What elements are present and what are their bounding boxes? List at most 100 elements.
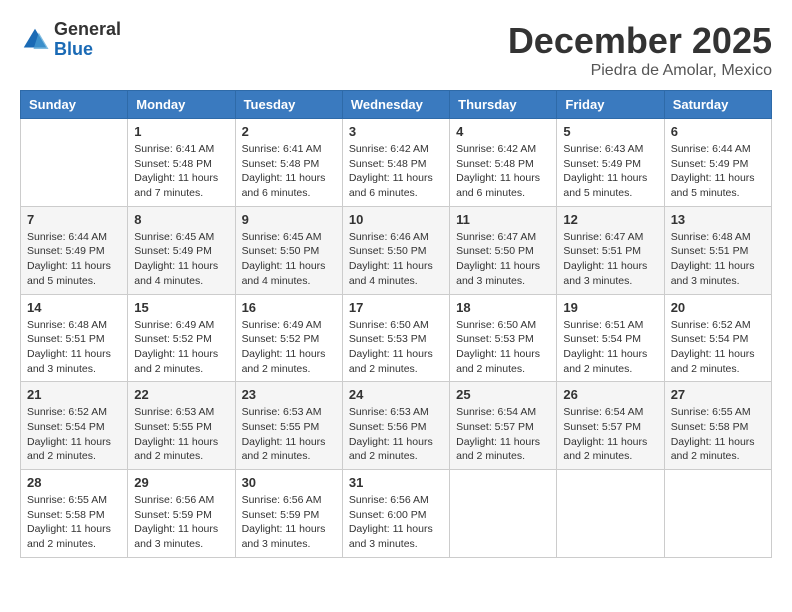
day-info: Sunrise: 6:50 AMSunset: 5:53 PMDaylight:… [349, 318, 443, 377]
day-of-week-header: Friday [557, 91, 664, 119]
day-info: Sunrise: 6:56 AMSunset: 5:59 PMDaylight:… [242, 493, 336, 552]
calendar-week-row: 1 Sunrise: 6:41 AMSunset: 5:48 PMDaylight… [21, 119, 772, 207]
day-number: 4 [456, 124, 550, 139]
day-info: Sunrise: 6:56 AMSunset: 5:59 PMDaylight:… [134, 493, 228, 552]
calendar-day-cell [450, 470, 557, 558]
calendar-day-cell: 21 Sunrise: 6:52 AMSunset: 5:54 PMDayligh… [21, 382, 128, 470]
day-number: 8 [134, 212, 228, 227]
day-info: Sunrise: 6:48 AMSunset: 5:51 PMDaylight:… [27, 318, 121, 377]
logo-blue-text: Blue [54, 40, 121, 60]
calendar-day-cell: 2 Sunrise: 6:41 AMSunset: 5:48 PMDaylight… [235, 119, 342, 207]
day-number: 21 [27, 387, 121, 402]
day-info: Sunrise: 6:45 AMSunset: 5:49 PMDaylight:… [134, 230, 228, 289]
day-info: Sunrise: 6:44 AMSunset: 5:49 PMDaylight:… [671, 142, 765, 201]
day-info: Sunrise: 6:49 AMSunset: 5:52 PMDaylight:… [134, 318, 228, 377]
day-number: 30 [242, 475, 336, 490]
calendar-day-cell [21, 119, 128, 207]
day-number: 3 [349, 124, 443, 139]
calendar-week-row: 28 Sunrise: 6:55 AMSunset: 5:58 PMDayligh… [21, 470, 772, 558]
day-info: Sunrise: 6:42 AMSunset: 5:48 PMDaylight:… [349, 142, 443, 201]
day-number: 27 [671, 387, 765, 402]
day-number: 11 [456, 212, 550, 227]
day-info: Sunrise: 6:51 AMSunset: 5:54 PMDaylight:… [563, 318, 657, 377]
calendar-day-cell: 4Sunrise: 6:42 AMSunset: 5:48 PMDaylight… [450, 119, 557, 207]
day-number: 5 [563, 124, 657, 139]
calendar-day-cell: 19 Sunrise: 6:51 AMSunset: 5:54 PMDayligh… [557, 294, 664, 382]
calendar-day-cell [664, 470, 771, 558]
day-number: 18 [456, 300, 550, 315]
day-number: 7 [27, 212, 121, 227]
calendar-day-cell: 27 Sunrise: 6:55 AMSunset: 5:58 PMDayligh… [664, 382, 771, 470]
calendar-week-row: 7 Sunrise: 6:44 AMSunset: 5:49 PMDaylight… [21, 206, 772, 294]
calendar-day-cell: 13Sunrise: 6:48 AMSunset: 5:51 PMDayligh… [664, 206, 771, 294]
day-number: 1 [134, 124, 228, 139]
day-number: 10 [349, 212, 443, 227]
day-info: Sunrise: 6:41 AMSunset: 5:48 PMDaylight:… [242, 142, 336, 201]
day-info: Sunrise: 6:43 AMSunset: 5:49 PMDaylight:… [563, 142, 657, 201]
day-number: 15 [134, 300, 228, 315]
calendar-week-row: 21 Sunrise: 6:52 AMSunset: 5:54 PMDayligh… [21, 382, 772, 470]
day-info: Sunrise: 6:44 AMSunset: 5:49 PMDaylight:… [27, 230, 121, 289]
day-number: 13 [671, 212, 765, 227]
day-number: 25 [456, 387, 550, 402]
calendar-day-cell: 16 Sunrise: 6:49 AMSunset: 5:52 PMDayligh… [235, 294, 342, 382]
calendar-day-cell: 29 Sunrise: 6:56 AMSunset: 5:59 PMDayligh… [128, 470, 235, 558]
day-of-week-header: Sunday [21, 91, 128, 119]
day-info: Sunrise: 6:55 AMSunset: 5:58 PMDaylight:… [27, 493, 121, 552]
logo-text: General Blue [54, 20, 121, 60]
day-info: Sunrise: 6:53 AMSunset: 5:55 PMDaylight:… [242, 405, 336, 464]
calendar-day-cell: 30 Sunrise: 6:56 AMSunset: 5:59 PMDayligh… [235, 470, 342, 558]
day-number: 17 [349, 300, 443, 315]
calendar-day-cell: 26Sunrise: 6:54 AMSunset: 5:57 PMDayligh… [557, 382, 664, 470]
day-info: Sunrise: 6:52 AMSunset: 5:54 PMDaylight:… [671, 318, 765, 377]
calendar-day-cell: 7 Sunrise: 6:44 AMSunset: 5:49 PMDaylight… [21, 206, 128, 294]
day-info: Sunrise: 6:47 AMSunset: 5:51 PMDaylight:… [563, 230, 657, 289]
day-of-week-header: Thursday [450, 91, 557, 119]
calendar-day-cell: 6 Sunrise: 6:44 AMSunset: 5:49 PMDaylight… [664, 119, 771, 207]
calendar-day-cell: 9Sunrise: 6:45 AMSunset: 5:50 PMDaylight… [235, 206, 342, 294]
day-of-week-header: Monday [128, 91, 235, 119]
day-number: 2 [242, 124, 336, 139]
day-number: 19 [563, 300, 657, 315]
day-info: Sunrise: 6:55 AMSunset: 5:58 PMDaylight:… [671, 405, 765, 464]
calendar-day-cell: 14 Sunrise: 6:48 AMSunset: 5:51 PMDayligh… [21, 294, 128, 382]
day-number: 29 [134, 475, 228, 490]
day-number: 23 [242, 387, 336, 402]
day-info: Sunrise: 6:54 AMSunset: 5:57 PMDaylight:… [563, 405, 657, 464]
calendar-day-cell: 17 Sunrise: 6:50 AMSunset: 5:53 PMDayligh… [342, 294, 449, 382]
logo-general-text: General [54, 20, 121, 40]
day-info: Sunrise: 6:41 AMSunset: 5:48 PMDaylight:… [134, 142, 228, 201]
calendar-table: SundayMondayTuesdayWednesdayThursdayFrid… [20, 90, 772, 558]
day-number: 22 [134, 387, 228, 402]
day-info: Sunrise: 6:53 AMSunset: 5:56 PMDaylight:… [349, 405, 443, 464]
calendar-header: SundayMondayTuesdayWednesdayThursdayFrid… [21, 91, 772, 119]
logo: General Blue [20, 20, 121, 60]
day-of-week-header: Saturday [664, 91, 771, 119]
day-info: Sunrise: 6:56 AMSunset: 6:00 PMDaylight:… [349, 493, 443, 552]
calendar-day-cell: 10 Sunrise: 6:46 AMSunset: 5:50 PMDayligh… [342, 206, 449, 294]
calendar-week-row: 14 Sunrise: 6:48 AMSunset: 5:51 PMDayligh… [21, 294, 772, 382]
days-of-week-row: SundayMondayTuesdayWednesdayThursdayFrid… [21, 91, 772, 119]
day-info: Sunrise: 6:47 AMSunset: 5:50 PMDaylight:… [456, 230, 550, 289]
calendar-day-cell: 3 Sunrise: 6:42 AMSunset: 5:48 PMDaylight… [342, 119, 449, 207]
calendar-body: 1 Sunrise: 6:41 AMSunset: 5:48 PMDaylight… [21, 119, 772, 558]
day-number: 12 [563, 212, 657, 227]
day-number: 14 [27, 300, 121, 315]
day-info: Sunrise: 6:52 AMSunset: 5:54 PMDaylight:… [27, 405, 121, 464]
day-number: 6 [671, 124, 765, 139]
day-number: 28 [27, 475, 121, 490]
calendar-day-cell: 23 Sunrise: 6:53 AMSunset: 5:55 PMDayligh… [235, 382, 342, 470]
calendar-day-cell: 25Sunrise: 6:54 AMSunset: 5:57 PMDayligh… [450, 382, 557, 470]
day-number: 24 [349, 387, 443, 402]
calendar-day-cell: 1 Sunrise: 6:41 AMSunset: 5:48 PMDaylight… [128, 119, 235, 207]
day-info: Sunrise: 6:49 AMSunset: 5:52 PMDaylight:… [242, 318, 336, 377]
calendar-day-cell: 11 Sunrise: 6:47 AMSunset: 5:50 PMDayligh… [450, 206, 557, 294]
calendar-day-cell [557, 470, 664, 558]
calendar-day-cell: 22Sunrise: 6:53 AMSunset: 5:55 PMDayligh… [128, 382, 235, 470]
day-info: Sunrise: 6:46 AMSunset: 5:50 PMDaylight:… [349, 230, 443, 289]
day-number: 16 [242, 300, 336, 315]
calendar-day-cell: 8 Sunrise: 6:45 AMSunset: 5:49 PMDaylight… [128, 206, 235, 294]
calendar-day-cell: 20Sunrise: 6:52 AMSunset: 5:54 PMDayligh… [664, 294, 771, 382]
calendar-day-cell: 12 Sunrise: 6:47 AMSunset: 5:51 PMDayligh… [557, 206, 664, 294]
day-info: Sunrise: 6:45 AMSunset: 5:50 PMDaylight:… [242, 230, 336, 289]
